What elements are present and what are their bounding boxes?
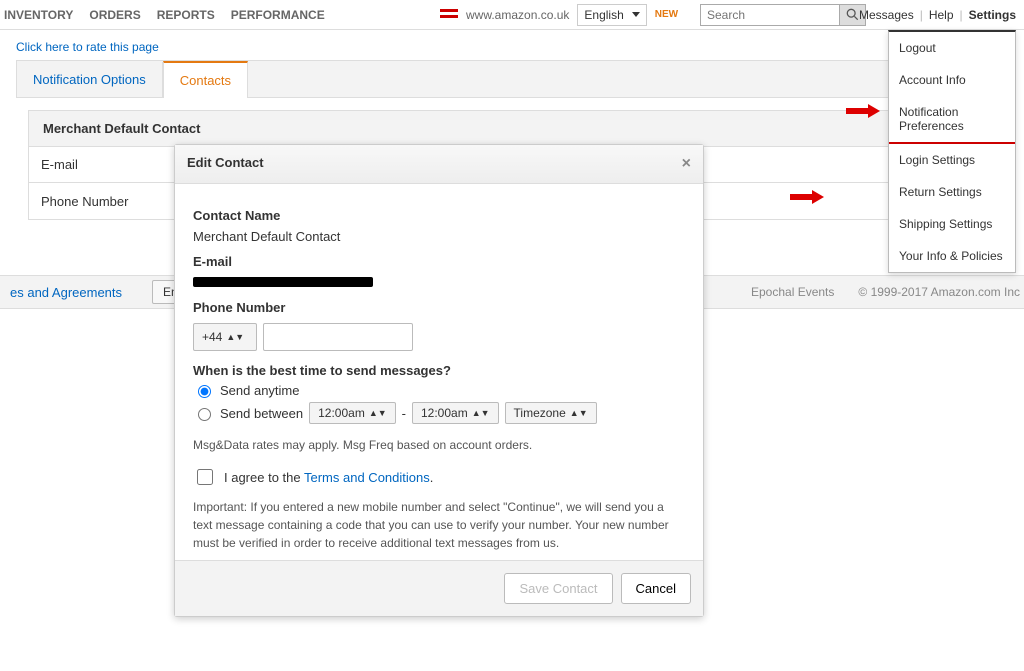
tabs: Notification Options Contacts (16, 60, 1008, 98)
modal-close-icon[interactable]: × (682, 155, 691, 173)
country-code-value: +44 (202, 330, 222, 344)
nav-performance[interactable]: PERFORMANCE (231, 8, 325, 22)
save-contact-button[interactable]: Save Contact (504, 573, 612, 604)
domain-label: www.amazon.co.uk (466, 8, 569, 22)
email-value-redacted (193, 277, 373, 287)
time-to-select[interactable]: 12:00am▲▼ (412, 402, 499, 424)
contact-name-value: Merchant Default Contact (193, 229, 685, 244)
row-email-label: E-mail (41, 157, 78, 172)
settings-item-your-info-policies[interactable]: Your Info & Policies (889, 240, 1015, 272)
phone-number-input[interactable] (263, 323, 413, 351)
phone-label: Phone Number (193, 300, 685, 315)
agree-text-pre: I agree to the (224, 470, 304, 485)
tab-notification-options[interactable]: Notification Options (17, 62, 163, 97)
settings-link[interactable]: Settings (969, 8, 1016, 22)
settings-dropdown: Logout Account Info Notification Prefere… (888, 30, 1016, 273)
radio-anytime-label: Send anytime (220, 383, 300, 398)
cancel-button[interactable]: Cancel (621, 573, 691, 604)
tab-contacts[interactable]: Contacts (163, 61, 248, 98)
rate-page-link[interactable]: Click here to rate this page (16, 40, 159, 54)
settings-item-logout[interactable]: Logout (889, 32, 1015, 64)
radio-send-between[interactable] (198, 408, 211, 421)
language-select[interactable]: English (577, 4, 646, 26)
settings-item-login-settings[interactable]: Login Settings (889, 144, 1015, 176)
settings-item-account-info[interactable]: Account Info (889, 64, 1015, 96)
edit-contact-modal: Edit Contact × Contact Name Merchant Def… (174, 144, 704, 617)
radio-send-anytime[interactable] (198, 385, 211, 398)
footer-copyright: © 1999-2017 Amazon.com Inc (858, 285, 1020, 299)
caret-down-icon (632, 12, 640, 17)
radio-between-label: Send between (220, 406, 303, 421)
important-note: Important: If you entered a new mobile n… (193, 498, 685, 552)
settings-item-shipping-settings[interactable]: Shipping Settings (889, 208, 1015, 240)
settings-item-return-settings[interactable]: Return Settings (889, 176, 1015, 208)
email-label: E-mail (193, 254, 685, 269)
help-link[interactable]: Help (929, 8, 954, 22)
timezone-select[interactable]: Timezone▲▼ (505, 402, 597, 424)
top-navbar: INVENTORY ORDERS REPORTS PERFORMANCE www… (0, 0, 1024, 30)
nav-orders[interactable]: ORDERS (89, 8, 140, 22)
modal-title: Edit Contact (187, 155, 264, 173)
uk-flag-icon (440, 9, 458, 21)
time-from-select[interactable]: 12:00am▲▼ (309, 402, 396, 424)
country-code-select[interactable]: +44 ▲▼ (193, 323, 257, 351)
terms-link[interactable]: Terms and Conditions (304, 470, 430, 485)
agree-text-post: . (430, 470, 434, 485)
messages-link[interactable]: Messages (859, 8, 914, 22)
section-title: Merchant Default Contact (29, 111, 995, 147)
agree-checkbox[interactable] (197, 469, 213, 485)
settings-item-notification-preferences[interactable]: Notification Preferences (889, 96, 1015, 144)
when-question: When is the best time to send messages? (193, 363, 685, 378)
search-icon (846, 8, 859, 21)
footer-left-link[interactable]: es and Agreements (10, 285, 122, 300)
msg-rates-note: Msg&Data rates may apply. Msg Freq based… (193, 438, 685, 452)
contact-name-label: Contact Name (193, 208, 685, 223)
time-dash: - (402, 406, 406, 421)
row-phone-label: Phone Number (41, 194, 128, 209)
primary-menu: INVENTORY ORDERS REPORTS PERFORMANCE (4, 8, 325, 22)
nav-reports[interactable]: REPORTS (157, 8, 215, 22)
language-value: English (584, 8, 623, 22)
nav-inventory[interactable]: INVENTORY (4, 8, 73, 22)
new-badge: NEW (655, 9, 678, 20)
footer-epochal[interactable]: Epochal Events (751, 285, 834, 299)
search-input[interactable] (700, 4, 840, 26)
